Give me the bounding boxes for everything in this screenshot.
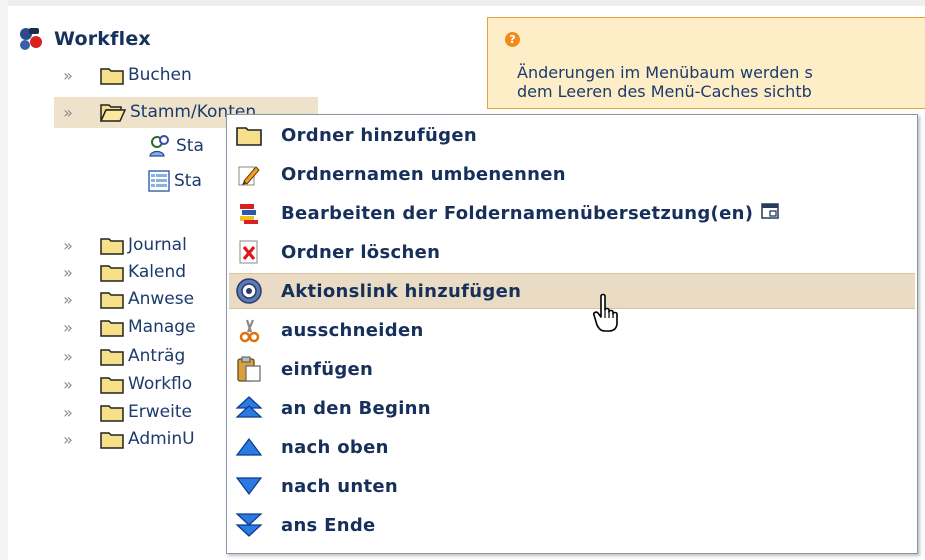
folder-icon	[100, 432, 124, 449]
menu-item-edit-translations[interactable]: Bearbeiten der Foldernamenübersetzung(en…	[229, 195, 915, 231]
popup-window-icon[interactable]	[761, 203, 779, 223]
expand-icon[interactable]: »	[54, 263, 82, 282]
expand-icon[interactable]: »	[54, 236, 82, 255]
move-top-icon	[231, 390, 267, 426]
expand-icon[interactable]: »	[54, 66, 82, 85]
tree-item-label: Manage	[128, 317, 196, 337]
tree-item-label: Journal	[128, 235, 187, 255]
users-icon	[149, 135, 169, 157]
menu-item-move-to-end[interactable]: ans Ende	[229, 507, 915, 543]
context-menu: Ordner hinzufügen Ordnernamen umbenennen…	[226, 114, 918, 554]
info-box: ? Änderungen im Menübaum werden s dem Le…	[487, 17, 925, 109]
menu-item-label: Ordner löschen	[281, 241, 441, 263]
top-edge	[0, 0, 925, 6]
menu-item-add-action-link[interactable]: Aktionslink hinzufügen	[229, 273, 915, 309]
tree-item-erweitert[interactable]: » Erweite	[54, 397, 192, 427]
tree-item-antraege[interactable]: » Anträg	[54, 341, 185, 371]
tree-item-workflow[interactable]: » Workflo	[54, 369, 192, 399]
menu-item-move-up[interactable]: nach oben	[229, 429, 915, 465]
menu-item-label: einfügen	[281, 358, 374, 380]
menu-item-label: ausschneiden	[281, 319, 424, 341]
tree-item-label: Anwese	[128, 289, 195, 309]
tree-item-label: AdminU	[128, 429, 195, 449]
info-text-line: Änderungen im Menübaum werden s	[517, 63, 813, 82]
menu-item-label: ans Ende	[281, 514, 376, 536]
tree-item-journal[interactable]: » Journal	[54, 230, 187, 260]
folder-icon	[100, 238, 124, 255]
tree-item-buchen[interactable]: » Buchen	[54, 60, 192, 90]
left-edge	[0, 0, 8, 560]
expand-icon[interactable]: »	[54, 430, 82, 449]
tree-root-label: Workflex	[54, 28, 151, 50]
tree-item-anwesenheit[interactable]: » Anwese	[54, 284, 194, 314]
tree-item-adminu[interactable]: » AdminU	[54, 424, 195, 454]
tree-subitem[interactable]: Sta	[148, 166, 202, 196]
pencil-icon	[231, 156, 267, 192]
menu-item-delete-folder[interactable]: Ordner löschen	[229, 234, 915, 270]
folder-icon	[100, 292, 124, 309]
tree-root[interactable]: Workflex	[16, 24, 151, 54]
expand-icon[interactable]: »	[54, 375, 82, 394]
workflex-logo-icon	[20, 28, 42, 50]
folder-icon	[100, 405, 124, 422]
tree-subitem-label: Sta	[174, 171, 202, 191]
tree-subitem-label: Sta	[176, 136, 204, 156]
menu-item-paste[interactable]: einfügen	[229, 351, 915, 387]
expand-icon[interactable]: »	[54, 318, 82, 337]
move-down-icon	[231, 468, 267, 504]
tree-item-kalender[interactable]: » Kalend	[54, 257, 186, 287]
folder-icon	[100, 377, 124, 394]
collapse-icon[interactable]: »	[54, 103, 82, 122]
expand-icon[interactable]: »	[54, 347, 82, 366]
paste-icon	[231, 351, 267, 387]
folder-icon	[100, 320, 124, 337]
menu-item-add-folder[interactable]: Ordner hinzufügen	[229, 117, 915, 153]
tree-item-label: Erweite	[128, 402, 192, 422]
expand-icon[interactable]: »	[54, 403, 82, 422]
menu-item-label: Bearbeiten der Foldernamenübersetzung(en…	[281, 202, 754, 224]
tree-item-label: Kalend	[128, 262, 187, 282]
menu-item-rename-folder[interactable]: Ordnernamen umbenennen	[229, 156, 915, 192]
menu-item-label: nach oben	[281, 436, 389, 458]
menu-item-move-down[interactable]: nach unten	[229, 468, 915, 504]
menu-item-label: nach unten	[281, 475, 398, 497]
tree-item-management[interactable]: » Manage	[54, 312, 196, 342]
folder-icon	[100, 349, 124, 366]
menu-item-cut[interactable]: ausschneiden	[229, 312, 915, 348]
expand-icon[interactable]: »	[54, 290, 82, 309]
folder-icon	[100, 68, 124, 85]
menu-item-label: Aktionslink hinzufügen	[281, 280, 522, 302]
tree-item-label: Anträg	[128, 346, 186, 366]
tree-item-label: Buchen	[128, 65, 192, 85]
menu-item-label: Ordner hinzufügen	[281, 124, 477, 146]
folder-icon	[100, 265, 124, 282]
tree-item-label: Workflo	[128, 374, 193, 394]
menu-item-label: an den Beginn	[281, 397, 431, 419]
action-link-icon	[231, 273, 267, 309]
menu-item-move-to-top[interactable]: an den Beginn	[229, 390, 915, 426]
folder-icon	[231, 117, 267, 153]
hand-cursor-icon	[593, 293, 618, 332]
move-bottom-icon	[231, 507, 267, 543]
delete-icon	[231, 234, 267, 270]
translate-icon	[231, 195, 267, 231]
scissors-icon	[231, 312, 267, 348]
help-icon: ?	[505, 32, 520, 47]
move-up-icon	[231, 429, 267, 465]
list-icon	[148, 170, 170, 192]
info-text-line: dem Leeren des Menü-Caches sichtb	[517, 82, 812, 101]
open-folder-icon	[100, 104, 126, 122]
menu-item-label: Ordnernamen umbenennen	[281, 163, 566, 185]
tree-subitem[interactable]: Sta	[148, 131, 204, 161]
